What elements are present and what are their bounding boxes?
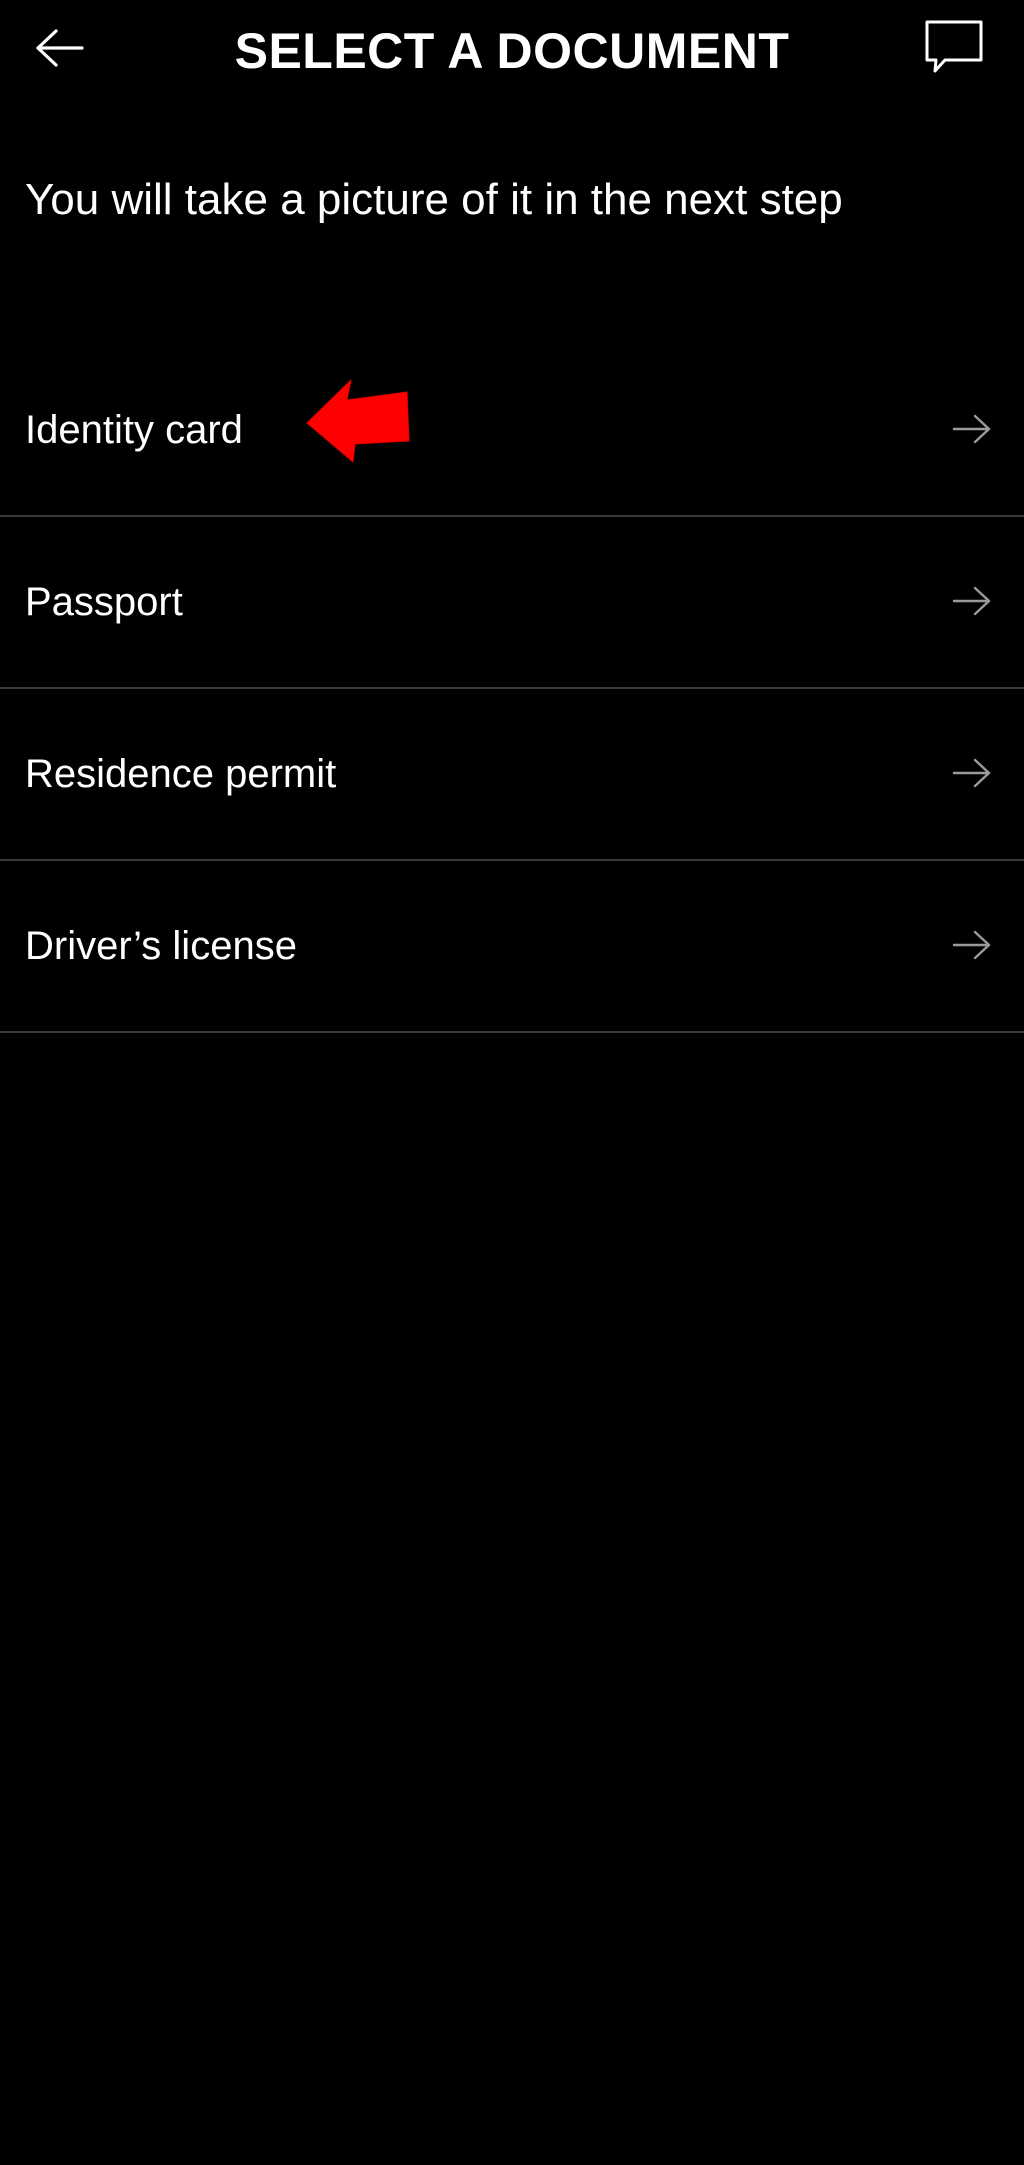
chat-button[interactable] [918, 14, 990, 80]
document-option-identity-card[interactable]: Identity card [0, 345, 1024, 517]
page-title: SELECT A DOCUMENT [234, 23, 790, 79]
header-bar: SELECT A DOCUMENT [0, 0, 1024, 100]
chat-bubble-icon [925, 20, 983, 73]
document-option-passport[interactable]: Passport [0, 517, 1024, 689]
document-option-label: Passport [25, 580, 183, 624]
arrow-right-icon [952, 758, 991, 788]
arrow-right-icon [952, 414, 991, 444]
document-option-residence-permit[interactable]: Residence permit [0, 689, 1024, 861]
document-option-label: Driver’s license [25, 924, 297, 968]
red-pointer-arrow-icon [306, 379, 410, 463]
arrow-right-icon [952, 930, 991, 960]
instruction-text: You will take a picture of it in the nex… [25, 175, 843, 224]
document-option-label: Residence permit [25, 752, 337, 796]
document-option-drivers-license[interactable]: Driver’s license [0, 861, 1024, 1033]
arrow-right-icon [952, 586, 991, 616]
document-option-label: Identity card [25, 408, 243, 452]
document-list: Identity card Passport Residence permit … [0, 345, 1024, 1033]
